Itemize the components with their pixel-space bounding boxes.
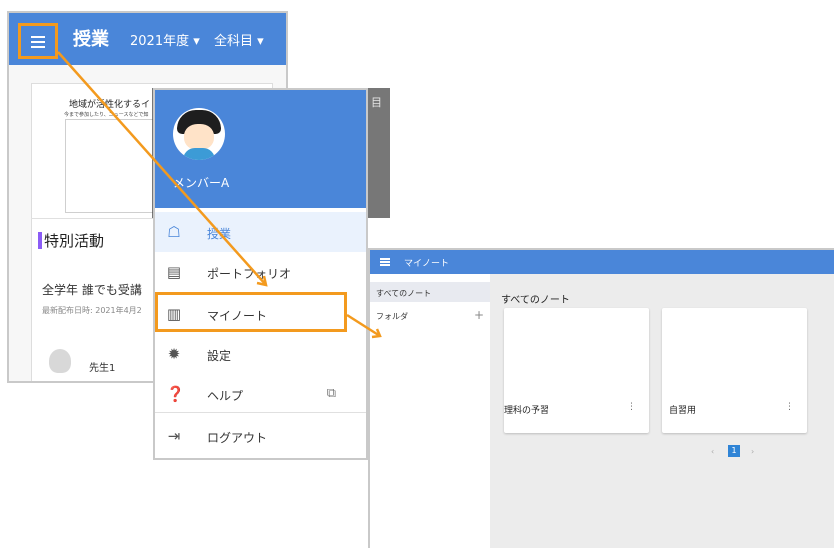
kebab-icon[interactable]: ⋮ <box>785 402 794 412</box>
last-distributed-date: 最新配布日時: 2021年4月2 <box>42 306 142 315</box>
drawer-item-label: ポートフォリオ <box>207 267 292 281</box>
pagination-prev[interactable]: ‹ <box>711 447 714 456</box>
drawer-header: メンバーA <box>155 90 366 208</box>
dimmed-label: 目 <box>371 96 382 109</box>
pagination-current[interactable]: 1 <box>728 445 740 457</box>
mynote-screen: マイノート すべてのノート フォルダ + すべてのノート 理科の予習 ⋮ 自習用… <box>368 248 834 548</box>
drawer-item-logout[interactable]: ⇥ ログアウト <box>155 416 366 456</box>
drawer-item-label: ログアウト <box>207 431 268 445</box>
gear-icon: ✹ <box>167 345 181 363</box>
teacher-name: 先生1 <box>89 363 116 374</box>
user-avatar <box>173 108 225 160</box>
section-accent <box>38 232 42 249</box>
presentation-icon: ☖ <box>167 223 181 241</box>
section-title: 特別活動 <box>44 232 105 250</box>
year-dropdown[interactable]: 2021年度 ▾ <box>130 30 200 49</box>
external-link-icon: ⧉ <box>326 386 336 401</box>
page-title: 授業 <box>73 29 109 50</box>
mynote-highlight <box>155 292 347 332</box>
portfolio-icon: ▤ <box>166 263 182 281</box>
note-name[interactable]: 自習用 <box>669 403 696 416</box>
user-name: メンバーA <box>173 176 230 190</box>
hamburger-icon[interactable] <box>380 258 390 260</box>
note-card[interactable]: 理科の予習 ⋮ <box>504 308 649 433</box>
avatar-face <box>184 124 214 150</box>
drawer-item-settings[interactable]: ✹ 設定 <box>155 334 366 374</box>
thumbnail-title: 地域が活性化するイ <box>69 100 151 110</box>
mynote-title: マイノート <box>404 259 450 269</box>
note-name[interactable]: 理科の予習 <box>504 403 549 416</box>
sidebar-all-notes-label[interactable]: すべてのノート <box>376 288 431 299</box>
sidebar-folder-label[interactable]: フォルダ <box>376 311 408 322</box>
drawer-item-help[interactable]: ❓ ヘルプ ⧉ <box>155 374 366 414</box>
logout-icon: ⇥ <box>167 427 181 445</box>
help-icon: ❓ <box>166 385 185 403</box>
note-card[interactable]: 自習用 ⋮ <box>662 308 807 433</box>
kebab-icon[interactable]: ⋮ <box>627 402 636 412</box>
drawer-item-label: 設定 <box>207 349 232 363</box>
drawer-item-class[interactable]: ☖ 授業 <box>155 212 366 252</box>
subject-dropdown[interactable]: 全科目 ▾ <box>214 30 264 49</box>
pagination-next[interactable]: › <box>751 447 754 456</box>
teacher-avatar <box>49 349 71 373</box>
thumbnail-subtitle: 今まで参加したり、ニュースなどで知 <box>64 112 149 118</box>
menu-button-highlight[interactable] <box>18 23 58 59</box>
notes-heading: すべてのノート <box>501 295 570 306</box>
add-folder-button[interactable]: + <box>474 308 484 322</box>
drawer-divider <box>155 412 366 413</box>
drawer-item-label: ヘルプ <box>207 389 244 403</box>
drawer-item-label: 授業 <box>207 227 232 241</box>
avatar-body <box>183 148 215 160</box>
mynote-app-bar: マイノート <box>370 250 834 274</box>
navigation-drawer: メンバーA ☖ 授業 ▤ ポートフォリオ ▥ マイノート ✹ 設定 ❓ ヘルプ … <box>153 88 368 460</box>
class-name[interactable]: 全学年 誰でも受講 <box>42 281 142 298</box>
drawer-item-portfolio[interactable]: ▤ ポートフォリオ <box>155 252 366 292</box>
hamburger-icon[interactable] <box>31 36 45 38</box>
